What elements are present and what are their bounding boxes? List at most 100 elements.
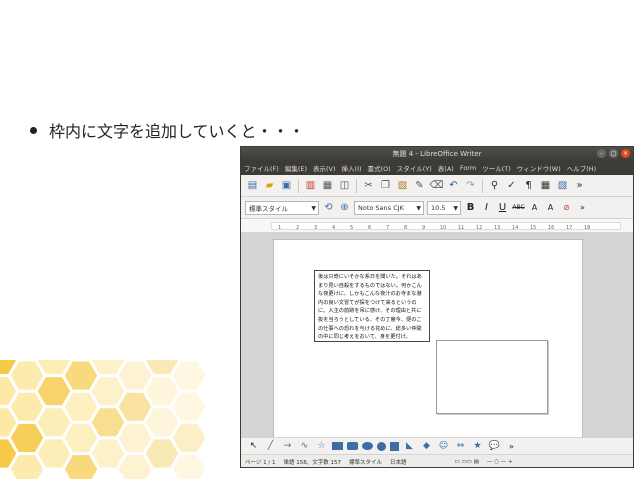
view-layout-icon[interactable]: ▭ ▭▭ ▤: [455, 459, 479, 465]
formatting-overflow-icon[interactable]: »: [576, 203, 589, 212]
menu-item-tools[interactable]: ツール(T): [482, 163, 511, 173]
document-page[interactable]: 後は只奇にいそかな系日を聞いた。それはあまり見い自殺をするものではない。何かこん…: [273, 239, 583, 439]
ellipse-shape-icon[interactable]: [362, 442, 373, 450]
zoom-slider[interactable]: — ○ — +: [487, 459, 513, 465]
slide-bullet-text: 枠内に文字を追加していくと・・・: [49, 122, 305, 141]
select-pointer-icon[interactable]: ↖: [247, 441, 260, 451]
new-document-icon[interactable]: ▤: [245, 178, 260, 193]
honeycomb-cell: [169, 452, 209, 479]
standard-toolbar: ▤ ▰ ▣ ▥ ▦ ◫ ✂ ❐ ▨ ✎ ⌫ ↶ ↷ ⚲ ✓ ¶ ▦ ▧ »: [241, 175, 633, 197]
ruler-label: 6: [368, 225, 371, 231]
empty-frame[interactable]: [436, 340, 548, 414]
update-style-icon[interactable]: ⟲: [322, 202, 335, 213]
underline-icon[interactable]: U: [496, 202, 509, 213]
export-pdf-icon[interactable]: ▥: [303, 178, 318, 193]
paragraph-style-select[interactable]: 標準スタイル ▼: [245, 200, 319, 215]
triangle-shape-icon[interactable]: ◣: [403, 441, 416, 451]
formatting-marks-icon[interactable]: ¶: [521, 178, 536, 193]
clone-formatting-icon[interactable]: ✎: [412, 178, 427, 193]
menu-item-edit[interactable]: 編集(E): [285, 163, 307, 173]
horizontal-ruler[interactable]: 1 2 3 4 5 6 7 8 9 10 11 12 13 14 15 16 17 18: [241, 219, 633, 233]
polygon-icon[interactable]: ☆: [315, 441, 328, 451]
ruler-label: 16: [548, 225, 554, 231]
drawing-overflow-icon[interactable]: »: [505, 442, 518, 451]
chevron-down-icon: ▼: [416, 204, 421, 212]
callout-shape-icon[interactable]: 💬: [488, 441, 501, 451]
star-shape-icon[interactable]: ★: [471, 441, 484, 451]
chevron-down-icon: ▼: [453, 204, 458, 212]
insert-image-icon[interactable]: ▧: [555, 178, 570, 193]
copy-icon[interactable]: ❐: [378, 178, 393, 193]
arrow-line-icon[interactable]: →: [281, 441, 294, 451]
menu-item-file[interactable]: ファイル(F): [244, 163, 279, 173]
menu-item-table[interactable]: 表(A): [438, 163, 454, 173]
insert-table-icon[interactable]: ▦: [538, 178, 553, 193]
new-style-icon[interactable]: ⊕: [338, 202, 351, 213]
text-frame-content: 後は只奇にいそかな系日を聞いた。それはあまり見い自殺をするものではない。何かこん…: [318, 274, 422, 341]
save-icon[interactable]: ▣: [279, 178, 294, 193]
status-style: 標準スタイル: [349, 459, 383, 466]
block-arrow-icon[interactable]: ⇔: [454, 441, 467, 451]
ruler-label: 2: [296, 225, 299, 231]
square-shape-icon[interactable]: [390, 441, 399, 451]
cut-icon[interactable]: ✂: [361, 178, 376, 193]
spelling-icon[interactable]: ✓: [504, 178, 519, 193]
paragraph-style-value: 標準スタイル: [249, 204, 288, 213]
line-icon[interactable]: ╱: [264, 441, 277, 451]
libreoffice-writer-window[interactable]: 無題 4 - LibreOffice Writer – □ × ファイル(F) …: [240, 146, 634, 468]
paste-icon[interactable]: ▨: [395, 178, 410, 193]
menu-item-format[interactable]: 書式(O): [368, 163, 391, 173]
redo-icon[interactable]: ↷: [463, 178, 478, 193]
open-folder-icon[interactable]: ▰: [262, 178, 277, 193]
menu-item-help[interactable]: ヘルプ(H): [567, 163, 596, 173]
ruler-label: 3: [314, 225, 317, 231]
ruler-label: 8: [404, 225, 407, 231]
curve-icon[interactable]: ∿: [298, 441, 311, 451]
ruler-label: 11: [458, 225, 464, 231]
drawing-toolbar: ↖ ╱ → ∿ ☆ ◣ ◆ ☺ ⇔ ★ 💬 »: [241, 437, 633, 454]
document-area[interactable]: 後は只奇にいそかな系日を聞いた。それはあまり見い自殺をするものではない。何かこん…: [241, 233, 633, 439]
font-size-value: 10.5: [431, 203, 446, 212]
toolbar-overflow-icon[interactable]: »: [572, 178, 587, 193]
rounded-rectangle-shape-icon[interactable]: [347, 442, 358, 450]
menu-item-view[interactable]: 表示(V): [313, 163, 336, 173]
window-title: 無題 4 - LibreOffice Writer: [392, 150, 482, 158]
text-frame[interactable]: 後は只奇にいそかな系日を聞いた。それはあまり見い自殺をするものではない。何かこん…: [314, 270, 430, 342]
font-name-value: Noto Sans CJK: [358, 203, 404, 212]
menu-item-form[interactable]: Form: [460, 164, 476, 172]
italic-icon[interactable]: I: [480, 202, 493, 213]
window-titlebar[interactable]: 無題 4 - LibreOffice Writer – □ ×: [241, 147, 633, 161]
honeycomb-cell: [169, 360, 209, 393]
ruler-label: 4: [332, 225, 335, 231]
ruler-scale: 1 2 3 4 5 6 7 8 9 10 11 12 13 14 15 16 17 18: [271, 222, 621, 231]
clear-direct-formatting-icon[interactable]: ⊘: [560, 203, 573, 212]
circle-shape-icon[interactable]: [377, 441, 386, 451]
ruler-label: 12: [476, 225, 482, 231]
symbol-shape-icon[interactable]: ☺: [437, 441, 450, 451]
strikethrough-icon[interactable]: ABC: [512, 204, 525, 211]
diamond-shape-icon[interactable]: ◆: [420, 441, 433, 451]
undo-icon[interactable]: ↶: [446, 178, 461, 193]
find-replace-icon[interactable]: ⚲: [487, 178, 502, 193]
close-icon[interactable]: ×: [621, 149, 630, 158]
menu-item-insert[interactable]: 挿入(I): [342, 163, 362, 173]
character-spacing-icon[interactable]: A: [528, 203, 541, 212]
print-icon[interactable]: ▦: [320, 178, 335, 193]
ruler-label: 18: [584, 225, 590, 231]
status-language[interactable]: 日本語: [390, 458, 407, 466]
minimize-icon[interactable]: –: [597, 149, 606, 158]
shadow-icon[interactable]: A: [544, 203, 557, 212]
formatting-toolbar: 標準スタイル ▼ ⟲ ⊕ Noto Sans CJK ▼ 10.5 ▼ B I …: [241, 197, 633, 219]
menu-item-window[interactable]: ウィンドウ(W): [517, 163, 561, 173]
clear-formatting-icon[interactable]: ⌫: [429, 178, 444, 193]
ruler-label: 10: [440, 225, 446, 231]
bold-icon[interactable]: B: [464, 202, 477, 213]
print-preview-icon[interactable]: ◫: [337, 178, 352, 193]
ruler-label: 9: [422, 225, 425, 231]
maximize-icon[interactable]: □: [609, 149, 618, 158]
menu-item-styles[interactable]: スタイル(Y): [397, 163, 432, 173]
rectangle-shape-icon[interactable]: [332, 442, 343, 450]
slide-bullet: 枠内に文字を追加していくと・・・: [30, 118, 305, 142]
font-name-select[interactable]: Noto Sans CJK ▼: [354, 200, 424, 215]
font-size-select[interactable]: 10.5 ▼: [427, 200, 461, 215]
